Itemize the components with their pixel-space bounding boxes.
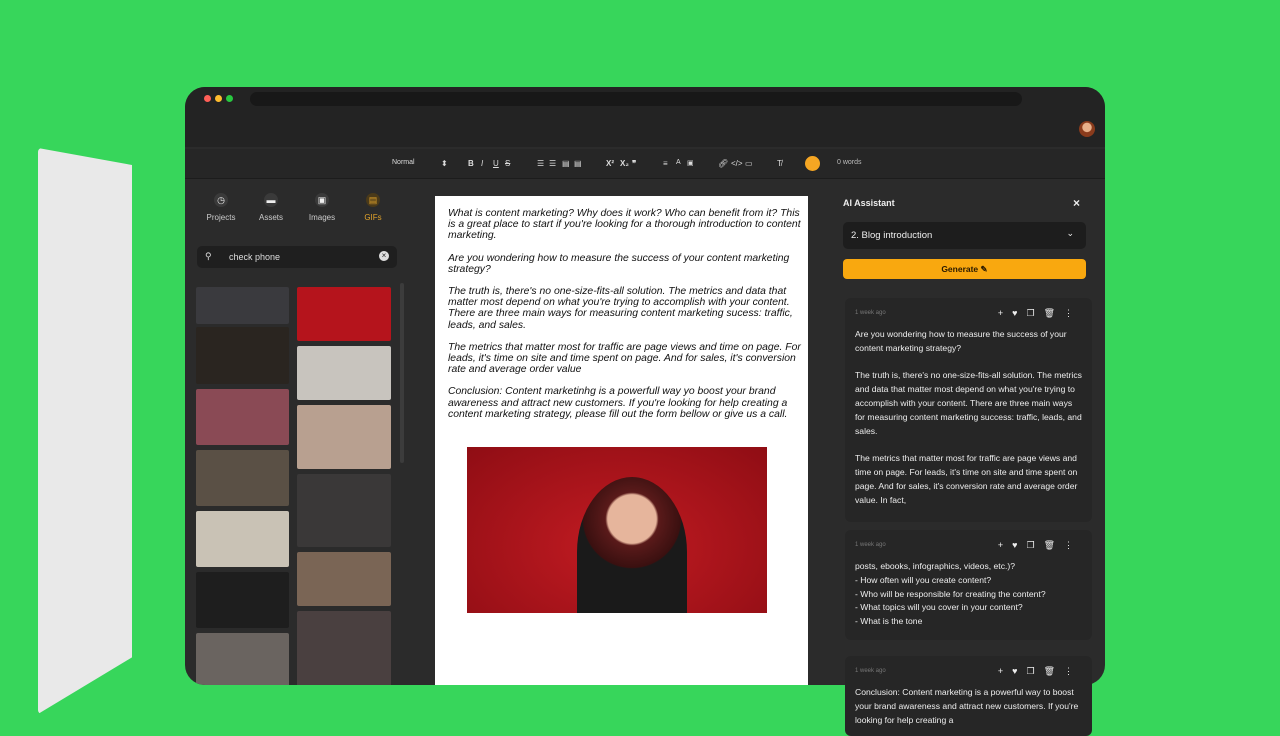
- card-actions[interactable]: +♥❐🗑︎⋮: [998, 656, 1082, 686]
- folder-icon: ▬: [264, 193, 278, 207]
- magic-wand-icon: ✎: [980, 264, 988, 274]
- result-card: 1 week ago +♥❐🗑︎⋮ posts, ebooks, infograp…: [845, 530, 1092, 640]
- ai-assistant-panel: AI Assistant × 2. Blog introduction ⌄ Ge…: [835, 190, 1102, 736]
- paragraph: The truth is, there's no one-size-fits-a…: [448, 286, 793, 331]
- result-text[interactable]: posts, ebooks, infographics, videos, etc…: [855, 560, 1082, 629]
- gif-thumbnail[interactable]: [196, 633, 289, 685]
- tab-images[interactable]: ▣ Images: [297, 193, 347, 222]
- indent-icon[interactable]: ▤: [562, 159, 570, 168]
- timestamp: 1 week ago: [855, 668, 886, 674]
- underline-icon[interactable]: U: [493, 159, 499, 168]
- bold-icon[interactable]: B: [468, 159, 474, 168]
- tab-assets[interactable]: ▬ Assets: [246, 193, 296, 222]
- gif-thumbnail[interactable]: [196, 389, 289, 445]
- gif-thumbnail[interactable]: [196, 572, 289, 628]
- avatar[interactable]: [1079, 121, 1095, 137]
- panel-title: AI Assistant: [843, 198, 895, 208]
- strike-icon[interactable]: S: [505, 159, 510, 168]
- paragraph: What is content marketing? Why does it w…: [448, 208, 801, 242]
- paragraph: The metrics that matter most for traffic…: [448, 341, 801, 376]
- tab-projects[interactable]: ◷ Projects: [196, 193, 246, 222]
- code-icon[interactable]: </>: [731, 159, 743, 168]
- quote-icon[interactable]: ❞: [632, 159, 636, 168]
- close-window-button[interactable]: [204, 95, 211, 102]
- gif-thumbnail[interactable]: [196, 327, 289, 384]
- search-icon: ⚲: [205, 251, 212, 261]
- title-bar: [185, 87, 1105, 147]
- highlight-icon[interactable]: ▣: [687, 159, 694, 167]
- ordered-list-icon[interactable]: ☰: [537, 159, 544, 168]
- gif-person: [577, 477, 687, 613]
- gif-thumbnail[interactable]: [297, 405, 391, 469]
- gif-thumbnail[interactable]: [297, 552, 391, 606]
- inserted-gif[interactable]: [467, 447, 767, 613]
- ai-assistant-icon[interactable]: [805, 156, 820, 171]
- align-icon[interactable]: ≡: [663, 159, 668, 168]
- style-select[interactable]: Normal: [392, 159, 415, 166]
- gif-search-input[interactable]: ⚲ check phone ×: [197, 246, 397, 268]
- tab-label: GIFs: [364, 213, 382, 222]
- gif-thumbnail[interactable]: [297, 611, 391, 685]
- superscript-icon[interactable]: X²: [606, 159, 614, 168]
- image-icon: ▣: [315, 193, 329, 207]
- link-icon[interactable]: 🔗︎: [718, 159, 728, 168]
- tab-label: Images: [308, 213, 336, 222]
- image-icon[interactable]: ▭: [745, 159, 753, 168]
- clock-icon: ◷: [214, 193, 228, 207]
- tab-gifs[interactable]: ▤ GIFs: [348, 193, 398, 222]
- template-select[interactable]: 2. Blog introduction ⌄: [843, 222, 1086, 249]
- tab-label: Projects: [206, 213, 236, 222]
- card-actions[interactable]: +♥❐🗑︎⋮: [998, 530, 1082, 560]
- gif-icon: ▤: [366, 193, 380, 207]
- timestamp: 1 week ago: [855, 542, 886, 548]
- close-icon[interactable]: ×: [1073, 196, 1080, 210]
- timestamp: 1 week ago: [855, 310, 886, 316]
- card-actions[interactable]: +♥❐🗑︎⋮: [998, 298, 1082, 328]
- generate-button[interactable]: Generate ✎: [843, 259, 1086, 279]
- media-scrollbar[interactable]: [400, 283, 404, 463]
- gif-thumbnail[interactable]: [196, 287, 289, 324]
- bullet-list-icon[interactable]: ☰: [549, 159, 556, 168]
- minimize-window-button[interactable]: [215, 95, 222, 102]
- gif-thumbnail[interactable]: [196, 511, 289, 567]
- search-value: check phone: [229, 252, 281, 262]
- clear-search-icon[interactable]: ×: [379, 251, 389, 261]
- gif-thumbnail[interactable]: [297, 346, 391, 400]
- outdent-icon[interactable]: ▤: [574, 159, 582, 168]
- tab-label: Assets: [258, 213, 283, 222]
- style-chevron-icon: ⬍: [441, 159, 448, 168]
- template-value: 2. Blog introduction: [851, 230, 933, 241]
- result-text[interactable]: Are you wondering how to measure the suc…: [855, 328, 1082, 507]
- gif-thumbnail[interactable]: [297, 287, 391, 341]
- maximize-window-button[interactable]: [226, 95, 233, 102]
- italic-icon[interactable]: I: [481, 159, 483, 168]
- subscript-icon[interactable]: X₂: [620, 159, 629, 168]
- generate-label: Generate: [941, 264, 979, 274]
- clear-format-icon[interactable]: T̸: [777, 159, 782, 168]
- paragraph: Conclusion: Content marketinhg is a powe…: [448, 386, 788, 420]
- address-bar[interactable]: [250, 92, 1022, 106]
- paragraph: Are you wondering how to measure the suc…: [448, 252, 790, 275]
- gif-thumbnail[interactable]: [196, 450, 289, 506]
- gif-thumbnail[interactable]: [297, 474, 391, 547]
- media-panel: ◷ Projects ▬ Assets ▣ Images ▤ GIFs ⚲ check …: [193, 183, 405, 685]
- document-editor[interactable]: What is content marketing? Why does it w…: [435, 196, 808, 685]
- background-paper: [38, 148, 132, 714]
- chevron-down-icon: ⌄: [1066, 228, 1074, 238]
- text-color-icon[interactable]: A: [676, 159, 681, 166]
- editor-toolbar: Normal ⬍ B I U S ☰ ☰ ▤ ▤ X² X₂ ❞ ≡ A ▣ 🔗…: [185, 149, 1105, 179]
- result-card: 1 week ago +♥❐🗑︎⋮ Conclusion: Content mar…: [845, 656, 1092, 736]
- result-text[interactable]: Conclusion: Content marketing is a power…: [855, 686, 1082, 727]
- result-card: 1 week ago +♥❐🗑︎⋮ Are you wondering how t…: [845, 298, 1092, 522]
- word-count: 0 words: [837, 159, 862, 166]
